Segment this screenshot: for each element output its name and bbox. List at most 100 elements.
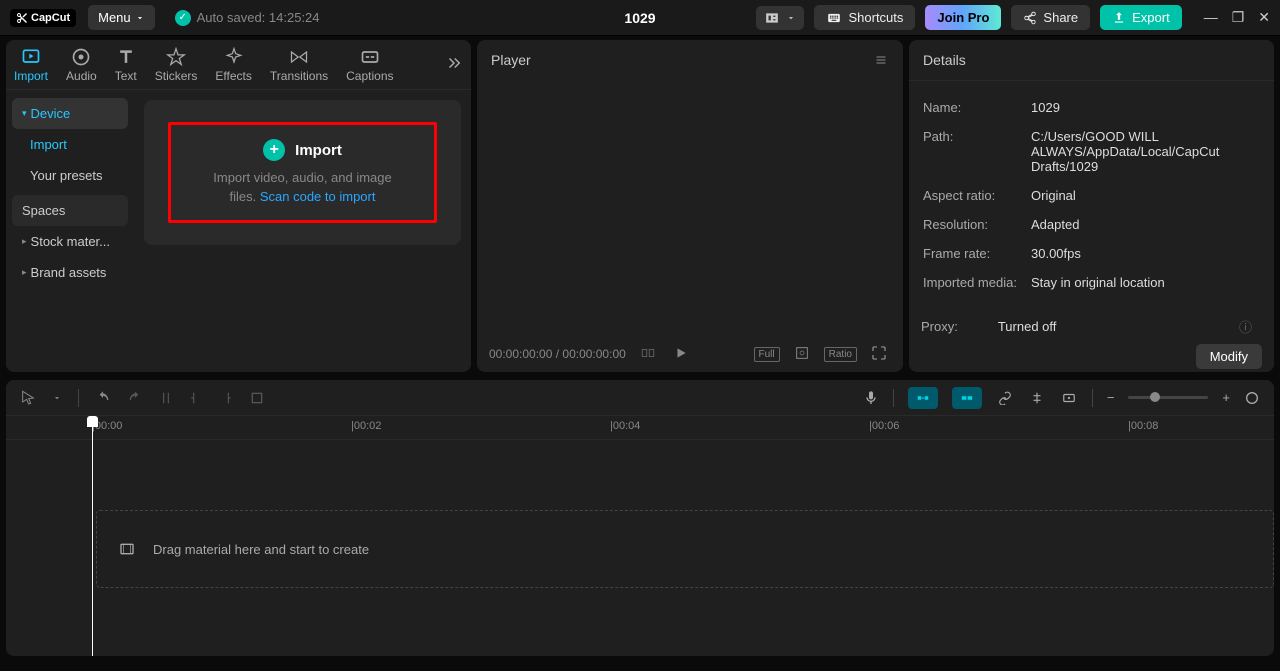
scan-code-link[interactable]: Scan code to import <box>260 189 376 204</box>
detail-label-proxy: Proxy: <box>921 319 958 334</box>
caret-down-icon: ▾ <box>22 108 27 119</box>
detail-value-framerate: 30.00fps <box>1031 246 1260 261</box>
undo-button[interactable] <box>95 390 111 406</box>
align-button[interactable] <box>1028 391 1046 405</box>
captions-icon <box>360 47 380 67</box>
minimize-button[interactable]: — <box>1204 9 1218 26</box>
play-button[interactable] <box>670 344 692 365</box>
zoom-fit-button[interactable] <box>1244 390 1260 406</box>
maximize-button[interactable]: ❐ <box>1232 9 1245 26</box>
info-icon[interactable]: ⓘ <box>1239 317 1252 336</box>
crop-button[interactable] <box>249 390 265 406</box>
tab-stickers[interactable]: Stickers <box>155 47 198 83</box>
import-icon <box>21 47 41 67</box>
chevron-down-icon <box>135 13 145 23</box>
autosave-status: ✓ Auto saved: 14:25:24 <box>175 10 320 26</box>
timeline-panel: − + |00:00 |00:02 |00:04 |00:06 |00:08 D… <box>6 380 1274 656</box>
tab-transitions[interactable]: Transitions <box>270 47 328 83</box>
tab-captions[interactable]: Captions <box>346 47 393 83</box>
snap-button[interactable] <box>952 387 982 409</box>
export-icon <box>1112 11 1126 25</box>
zoom-slider[interactable] <box>1128 396 1208 399</box>
link-button[interactable] <box>996 391 1014 405</box>
check-icon: ✓ <box>175 10 191 26</box>
player-panel: Player 00:00:00:00 / 00:00:00:00 Full Ra… <box>477 40 903 372</box>
timeline-dropzone[interactable]: Drag material here and start to create <box>96 510 1274 588</box>
menu-icon[interactable] <box>873 54 889 66</box>
titlebar: CapCut Menu ✓ Auto saved: 14:25:24 1029 … <box>0 0 1280 36</box>
tutorial-highlight: + Import Import video, audio, and image … <box>168 122 437 222</box>
compare-icon[interactable] <box>636 344 660 365</box>
tab-audio[interactable]: Audio <box>66 47 97 83</box>
redo-button[interactable] <box>127 390 143 406</box>
share-icon <box>1023 11 1037 25</box>
tab-import[interactable]: Import <box>14 47 48 83</box>
detail-value-path: C:/Users/GOOD WILL ALWAYS/AppData/Local/… <box>1031 129 1260 174</box>
transitions-icon <box>289 47 309 67</box>
plus-icon: + <box>263 139 285 161</box>
share-button[interactable]: Share <box>1011 5 1090 30</box>
stickers-icon <box>166 47 186 67</box>
playhead[interactable] <box>92 416 93 656</box>
chevrons-right-icon <box>445 54 463 72</box>
film-icon <box>117 541 137 557</box>
split-left-button[interactable] <box>189 390 203 406</box>
player-viewport[interactable] <box>477 80 903 336</box>
full-button[interactable]: Full <box>754 347 780 362</box>
dropzone-hint: Drag material here and start to create <box>153 542 369 557</box>
layout-button[interactable] <box>756 6 804 30</box>
detail-value-resolution: Adapted <box>1031 217 1260 232</box>
text-icon <box>116 47 136 67</box>
sidebar-item-stock[interactable]: ▸Stock mater... <box>12 226 128 257</box>
details-panel: Details Name:1029 Path:C:/Users/GOOD WIL… <box>909 40 1274 372</box>
sidebar-item-presets[interactable]: Your presets <box>12 160 128 191</box>
mic-button[interactable] <box>863 389 879 407</box>
tab-effects[interactable]: Effects <box>215 47 251 83</box>
close-button[interactable]: ✕ <box>1258 9 1270 26</box>
split-right-button[interactable] <box>219 390 233 406</box>
modify-button[interactable]: Modify <box>1196 344 1262 369</box>
preview-button[interactable] <box>1060 391 1078 405</box>
detail-label-aspect: Aspect ratio: <box>923 188 1031 203</box>
scissors-icon <box>16 12 28 24</box>
shortcuts-button[interactable]: Shortcuts <box>814 5 915 30</box>
sidebar-item-device[interactable]: ▾Device <box>12 98 128 129</box>
import-title: Import <box>295 142 342 159</box>
audio-icon <box>71 47 91 67</box>
export-button[interactable]: Export <box>1100 5 1182 30</box>
tab-text[interactable]: Text <box>115 47 137 83</box>
player-title: Player <box>491 52 531 68</box>
details-title: Details <box>909 40 1274 81</box>
import-description: Import video, audio, and image files. Sc… <box>201 169 404 205</box>
caret-right-icon: ▸ <box>22 236 27 247</box>
pointer-tool[interactable] <box>20 390 36 406</box>
timeline-toolbar: − + <box>6 380 1274 416</box>
detail-label-name: Name: <box>923 100 1031 115</box>
media-tabs: Import Audio Text Stickers Effects Trans… <box>6 40 471 90</box>
effects-icon <box>224 47 244 67</box>
menu-button[interactable]: Menu <box>88 5 155 30</box>
layout-icon <box>764 11 780 25</box>
magnet-button[interactable] <box>908 387 938 409</box>
sidebar-item-spaces[interactable]: Spaces <box>12 195 128 226</box>
sidebar-item-import[interactable]: Import <box>12 129 128 160</box>
tabs-more-button[interactable] <box>445 54 463 75</box>
pointer-dropdown[interactable] <box>52 393 62 403</box>
sidebar-item-brand[interactable]: ▸Brand assets <box>12 257 128 288</box>
zoom-out-button[interactable]: − <box>1107 390 1115 405</box>
detail-value-proxy: Turned off <box>998 319 1057 334</box>
import-dropzone[interactable]: + Import Import video, audio, and image … <box>144 100 461 245</box>
join-pro-button[interactable]: Join Pro <box>925 5 1001 30</box>
zoom-in-button[interactable]: + <box>1222 390 1230 405</box>
timeline-ruler[interactable]: |00:00 |00:02 |00:04 |00:06 |00:08 <box>6 416 1274 440</box>
ratio-button[interactable]: Ratio <box>824 347 857 362</box>
split-button[interactable] <box>159 390 173 406</box>
fullscreen-icon[interactable] <box>867 343 891 366</box>
player-controls: 00:00:00:00 / 00:00:00:00 Full Ratio <box>477 336 903 372</box>
caret-down-icon <box>786 13 796 23</box>
detail-value-name: 1029 <box>1031 100 1260 115</box>
timeline-tracks[interactable]: Drag material here and start to create <box>6 440 1274 656</box>
app-logo: CapCut <box>10 9 76 27</box>
detail-value-aspect: Original <box>1031 188 1260 203</box>
crop-icon[interactable] <box>790 343 814 366</box>
